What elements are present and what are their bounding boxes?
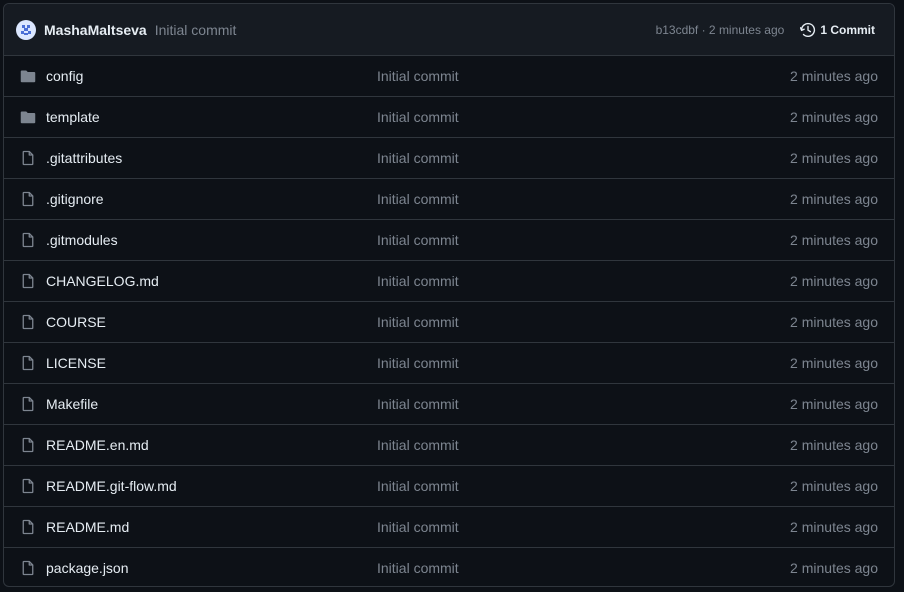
file-row[interactable]: package.json Initial commit 2 minutes ago bbox=[4, 547, 894, 586]
folder-icon bbox=[20, 68, 36, 84]
file-icon bbox=[20, 437, 36, 453]
file-commit-message-link[interactable]: Initial commit bbox=[377, 314, 790, 330]
file-row[interactable]: README.git-flow.md Initial commit 2 minute… bbox=[4, 465, 894, 506]
file-row[interactable]: Makefile Initial commit 2 minutes ago bbox=[4, 383, 894, 424]
file-icon bbox=[20, 273, 36, 289]
file-row[interactable]: README.en.md Initial commit 2 minutes ago bbox=[4, 424, 894, 465]
file-commit-age: 2 minutes ago bbox=[790, 232, 878, 248]
file-commit-age: 2 minutes ago bbox=[790, 437, 878, 453]
file-icon bbox=[20, 478, 36, 494]
file-row[interactable]: COURSE Initial commit 2 minutes ago bbox=[4, 301, 894, 342]
file-row[interactable]: .gitmodules Initial commit 2 minutes ago bbox=[4, 219, 894, 260]
file-name-link[interactable]: CHANGELOG.md bbox=[46, 273, 377, 289]
file-commit-message-link[interactable]: Initial commit bbox=[377, 68, 790, 84]
file-row[interactable]: LICENSE Initial commit 2 minutes ago bbox=[4, 342, 894, 383]
latest-commit-bar: MashaMaltseva Initial commit b13cdbf · 2… bbox=[4, 4, 894, 56]
file-icon bbox=[20, 355, 36, 371]
file-icon bbox=[20, 519, 36, 535]
file-commit-age: 2 minutes ago bbox=[790, 68, 878, 84]
file-name-link[interactable]: README.md bbox=[46, 519, 377, 535]
file-commit-message-link[interactable]: Initial commit bbox=[377, 232, 790, 248]
file-name-link[interactable]: README.git-flow.md bbox=[46, 478, 377, 494]
file-icon bbox=[20, 560, 36, 576]
file-commit-message-link[interactable]: Initial commit bbox=[377, 437, 790, 453]
file-row[interactable]: CHANGELOG.md Initial commit 2 minutes ago bbox=[4, 260, 894, 301]
avatar[interactable] bbox=[16, 19, 36, 40]
file-commit-age: 2 minutes ago bbox=[790, 478, 878, 494]
commits-count-label: 1 Commit bbox=[820, 22, 875, 37]
file-icon bbox=[20, 150, 36, 166]
file-name-link[interactable]: LICENSE bbox=[46, 355, 377, 371]
file-commit-age: 2 minutes ago bbox=[790, 314, 878, 330]
file-commit-message-link[interactable]: Initial commit bbox=[377, 478, 790, 494]
file-commit-message-link[interactable]: Initial commit bbox=[377, 396, 790, 412]
file-name-link[interactable]: COURSE bbox=[46, 314, 377, 330]
file-row[interactable]: config Initial commit 2 minutes ago bbox=[4, 56, 894, 96]
file-commit-age: 2 minutes ago bbox=[790, 396, 878, 412]
file-name-link[interactable]: template bbox=[46, 109, 377, 125]
file-commit-age: 2 minutes ago bbox=[790, 273, 878, 289]
history-icon bbox=[800, 22, 816, 37]
commit-message-link[interactable]: Initial commit bbox=[155, 22, 237, 38]
file-commit-message-link[interactable]: Initial commit bbox=[377, 273, 790, 289]
file-commit-age: 2 minutes ago bbox=[790, 560, 878, 576]
file-commit-message-link[interactable]: Initial commit bbox=[377, 355, 790, 371]
file-name-link[interactable]: Makefile bbox=[46, 396, 377, 412]
commit-author-link[interactable]: MashaMaltseva bbox=[44, 22, 147, 38]
file-name-link[interactable]: README.en.md bbox=[46, 437, 377, 453]
file-row[interactable]: .gitattributes Initial commit 2 minutes ag… bbox=[4, 137, 894, 178]
file-name-link[interactable]: .gitmodules bbox=[46, 232, 377, 248]
file-row[interactable]: template Initial commit 2 minutes ago bbox=[4, 96, 894, 137]
file-commit-message-link[interactable]: Initial commit bbox=[377, 150, 790, 166]
file-row[interactable]: .gitignore Initial commit 2 minutes ago bbox=[4, 178, 894, 219]
file-commit-message-link[interactable]: Initial commit bbox=[377, 519, 790, 535]
file-name-link[interactable]: .gitignore bbox=[46, 191, 377, 207]
file-browser: MashaMaltseva Initial commit b13cdbf · 2… bbox=[3, 3, 895, 587]
file-commit-age: 2 minutes ago bbox=[790, 191, 878, 207]
file-icon bbox=[20, 232, 36, 248]
file-icon bbox=[20, 314, 36, 330]
commits-history-link[interactable]: 1 Commit bbox=[800, 22, 875, 38]
file-icon bbox=[20, 396, 36, 412]
file-commit-age: 2 minutes ago bbox=[790, 109, 878, 125]
commit-sha-time-link[interactable]: b13cdbf · 2 minutes ago bbox=[656, 23, 785, 37]
file-icon bbox=[20, 191, 36, 207]
file-commit-age: 2 minutes ago bbox=[790, 150, 878, 166]
file-name-link[interactable]: .gitattributes bbox=[46, 150, 377, 166]
file-commit-age: 2 minutes ago bbox=[790, 355, 878, 371]
file-name-link[interactable]: package.json bbox=[46, 560, 377, 576]
file-commit-message-link[interactable]: Initial commit bbox=[377, 191, 790, 207]
file-commit-age: 2 minutes ago bbox=[790, 519, 878, 535]
file-list: config Initial commit 2 minutes ago templat… bbox=[4, 56, 894, 586]
avatar-identicon-icon bbox=[21, 24, 31, 35]
file-commit-message-link[interactable]: Initial commit bbox=[377, 560, 790, 576]
file-row[interactable]: README.md Initial commit 2 minutes ago bbox=[4, 506, 894, 547]
folder-icon bbox=[20, 109, 36, 125]
file-commit-message-link[interactable]: Initial commit bbox=[377, 109, 790, 125]
file-name-link[interactable]: config bbox=[46, 68, 377, 84]
